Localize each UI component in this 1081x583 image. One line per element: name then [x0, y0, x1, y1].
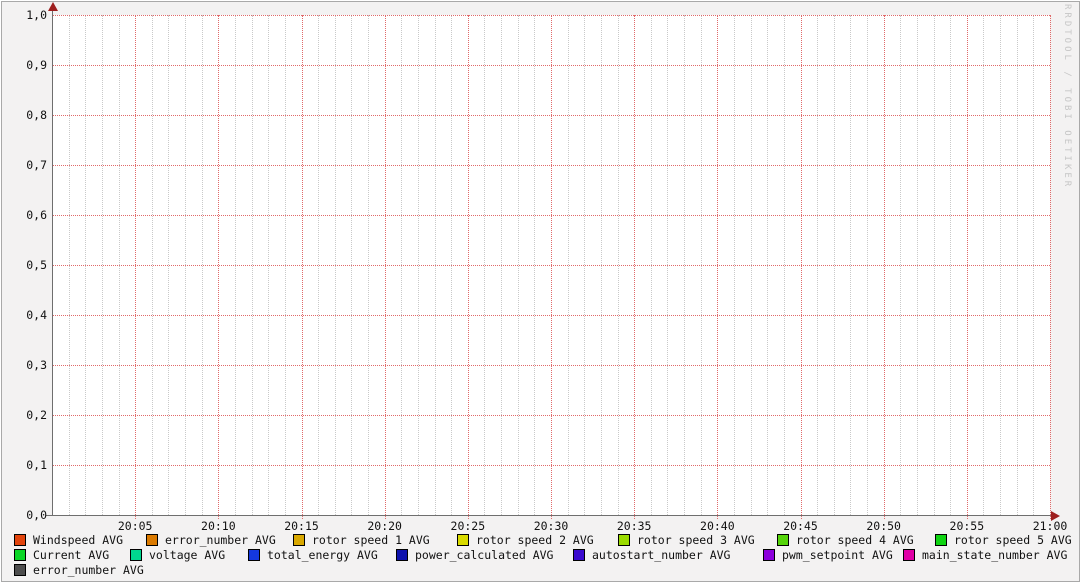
major-gridline-horizontal [52, 65, 1050, 66]
y-tick-label: 0,4 [26, 308, 47, 322]
legend-swatch [130, 549, 142, 561]
y-axis-arrow-icon [48, 2, 58, 11]
legend-swatch [763, 549, 775, 561]
x-tick-label: 20:35 [616, 519, 652, 533]
legend-item: error_number AVG [14, 563, 144, 577]
major-gridline-horizontal [52, 15, 1050, 16]
legend-item: rotor speed 1 AVG [293, 533, 430, 547]
major-gridline-horizontal [52, 165, 1050, 166]
legend-item: total_energy AVG [248, 548, 378, 562]
y-tick-label: 0,6 [26, 208, 47, 222]
legend-item: rotor speed 4 AVG [777, 533, 914, 547]
y-tick-label: 0,5 [26, 258, 47, 272]
x-tick-label: 21:00 [1032, 519, 1068, 533]
major-gridline-vertical [883, 15, 885, 519]
legend-swatch [146, 534, 158, 546]
legend-swatch [14, 534, 26, 546]
x-tick-label: 20:40 [700, 519, 735, 533]
major-gridline-horizontal [52, 315, 1050, 316]
legend-label: pwm_setpoint AVG [782, 547, 893, 562]
y-tick-label: 0,1 [26, 458, 47, 472]
x-tick-label: 20:20 [367, 519, 402, 533]
legend-swatch [903, 549, 915, 561]
major-gridline-horizontal [52, 365, 1050, 366]
legend-item: Current AVG [14, 548, 109, 562]
legend-item: rotor speed 2 AVG [457, 533, 594, 547]
legend-swatch [777, 534, 789, 546]
x-tick-label: 20:25 [450, 519, 486, 533]
legend-label: rotor speed 2 AVG [476, 532, 594, 547]
x-tick-label: 20:45 [783, 519, 818, 533]
y-tick-label: 0,9 [26, 58, 47, 72]
legend-swatch [14, 549, 26, 561]
legend-swatch [248, 549, 260, 561]
rrdtool-graph: 1,0 0,9 0,8 0,7 0,6 0,5 0,4 0,3 0,2 0,1 0,0 20:05 2… [0, 0, 1081, 583]
legend-label: rotor speed 4 AVG [796, 532, 914, 547]
legend-swatch [935, 534, 947, 546]
legend-item: power_calculated AVG [396, 548, 553, 562]
legend-swatch [573, 549, 585, 561]
y-tick-label: 0,0 [26, 508, 47, 522]
major-gridline-vertical [218, 15, 220, 519]
major-gridline-vertical [135, 15, 137, 519]
legend-label: Windspeed AVG [33, 532, 124, 547]
legend-swatch [618, 534, 630, 546]
y-tick-label: 0,2 [26, 408, 47, 422]
plot-area [52, 15, 1051, 519]
major-gridline-horizontal [52, 465, 1050, 466]
major-gridline-vertical [551, 15, 552, 519]
major-gridline-horizontal [52, 415, 1050, 416]
rrdtool-watermark: RRDTOOL / TOBI OETIKER [1062, 4, 1072, 190]
major-gridline-vertical [800, 15, 802, 519]
legend-item: rotor speed 3 AVG [618, 533, 755, 547]
major-gridline-horizontal [52, 215, 1050, 216]
legend-swatch [396, 549, 408, 561]
y-tick-label: 1,0 [26, 8, 47, 22]
x-tick-label: 20:10 [201, 519, 236, 533]
legend-label: rotor speed 5 AVG [954, 532, 1072, 547]
major-gridline-vertical [1050, 15, 1051, 519]
legend-item: rotor speed 5 AVG [935, 533, 1072, 547]
legend-swatch [457, 534, 469, 546]
legend-row: error_number AVG [0, 563, 1081, 578]
legend-item: pwm_setpoint AVG [763, 548, 893, 562]
legend-label: main_state_number AVG [922, 547, 1068, 562]
x-tick-label: 20:50 [866, 519, 901, 533]
legend-label: total_energy AVG [267, 547, 378, 562]
y-tick-label: 0,8 [26, 108, 47, 122]
x-tick-label: 20:15 [284, 519, 319, 533]
legend-item: main_state_number AVG [903, 548, 1067, 562]
legend-label: power_calculated AVG [415, 547, 554, 562]
legend-item: Windspeed AVG [14, 533, 123, 547]
legend-label: Current AVG [33, 547, 110, 562]
x-tick-label: 20:30 [533, 519, 569, 533]
y-tick-label: 0,3 [26, 358, 47, 372]
major-gridline-horizontal [52, 115, 1050, 116]
major-gridline-vertical [966, 15, 968, 519]
legend-swatch [14, 564, 26, 576]
legend-item: voltage AVG [130, 548, 225, 562]
legend-row: Current AVG voltage AVG total_energy AVG po… [0, 548, 1081, 563]
legend-label: error_number AVG [33, 562, 144, 577]
major-gridline-vertical [384, 15, 386, 519]
legend-item: autostart_number AVG [573, 548, 730, 562]
x-axis-line [46, 515, 1052, 516]
major-gridline-horizontal [52, 265, 1050, 266]
y-tick-label: 0,7 [26, 158, 47, 172]
y-axis-line [52, 8, 53, 515]
major-gridline-vertical [717, 15, 719, 519]
x-tick-label: 20:05 [117, 519, 153, 533]
legend-label: error_number AVG [165, 532, 276, 547]
legend-item: error_number AVG [146, 533, 276, 547]
x-tick-label: 20:55 [949, 519, 985, 533]
major-gridline-vertical [467, 15, 469, 519]
legend-label: voltage AVG [149, 547, 226, 562]
legend-row: Windspeed AVG error_number AVG rotor speed… [0, 533, 1081, 548]
legend-label: autostart_number AVG [592, 547, 731, 562]
legend-label: rotor speed 3 AVG [637, 532, 755, 547]
major-gridline-vertical [301, 15, 303, 519]
legend-swatch [293, 534, 305, 546]
major-gridline-vertical [634, 15, 636, 519]
legend-label: rotor speed 1 AVG [312, 532, 430, 547]
